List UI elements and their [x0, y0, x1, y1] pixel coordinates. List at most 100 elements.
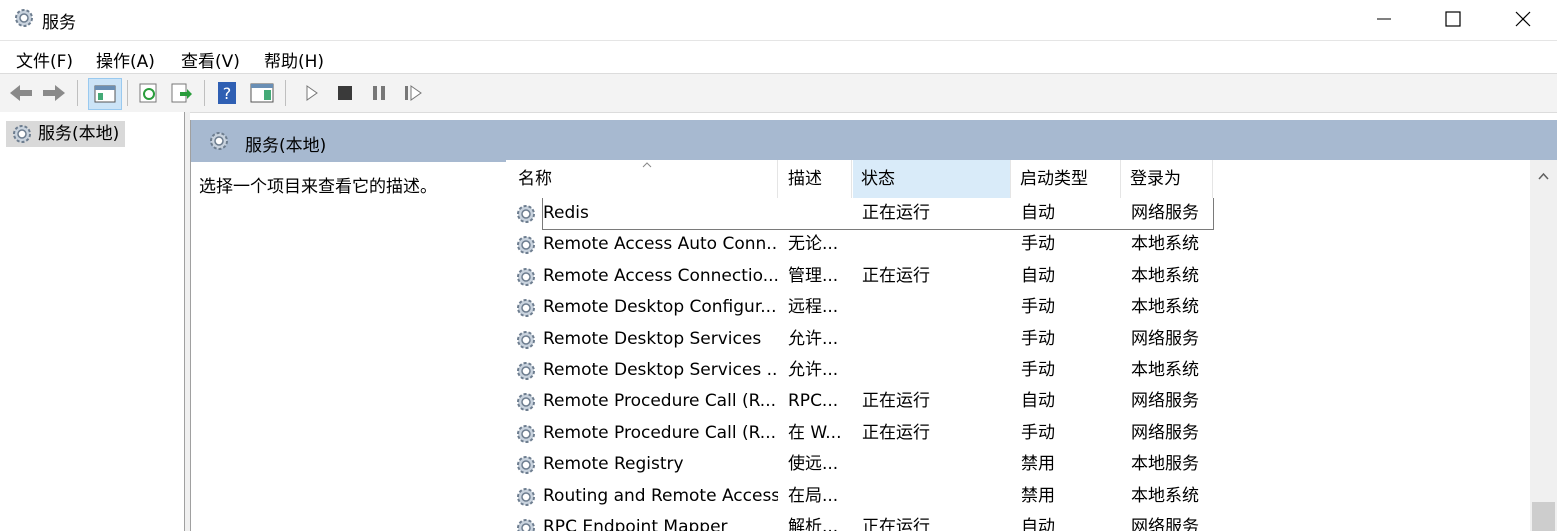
list-body: Redis 正在运行 自动 网络服务 Remote Access Auto Conn..… — [506, 198, 1530, 531]
maximize-button[interactable] — [1418, 0, 1488, 38]
service-description: 允许... — [788, 360, 839, 380]
help-button[interactable]: ? — [214, 80, 240, 106]
menu-bar: 文件(F) 操作(A) 查看(V) 帮助(H) — [0, 40, 1557, 73]
toolbar-separator — [127, 80, 128, 106]
properties-button[interactable] — [249, 80, 275, 106]
forward-button[interactable] — [41, 80, 67, 106]
service-name: RPC Endpoint Mapper — [543, 517, 728, 531]
service-gear-icon — [517, 205, 535, 223]
service-gear-icon — [517, 487, 535, 506]
console-tree-icon — [94, 85, 116, 103]
service-startup-type: 手动 — [1021, 234, 1055, 255]
service-log-on-as: 网络服务 — [1131, 517, 1199, 531]
service-startup-type: 自动 — [1021, 265, 1055, 286]
close-icon — [1515, 11, 1531, 27]
service-description: 管理... — [788, 265, 839, 286]
service-status: 正在运行 — [862, 422, 930, 443]
service-log-on-as: 网络服务 — [1131, 391, 1199, 412]
service-row[interactable]: Remote Desktop Services ... 允许... 手动 本地系统 — [506, 355, 1212, 386]
export-icon — [171, 83, 192, 103]
service-status: 正在运行 — [862, 265, 930, 286]
stop-service-button[interactable] — [332, 80, 358, 106]
service-row[interactable]: Remote Access Connectio... 管理... 正在运行 自动 本地系… — [506, 261, 1212, 292]
toolbar-separator — [204, 80, 205, 106]
service-log-on-as: 本地系统 — [1131, 265, 1199, 286]
forward-icon — [43, 85, 65, 101]
service-name: Remote Access Connectio... — [543, 265, 778, 286]
service-status — [862, 229, 1002, 260]
restart-service-button[interactable] — [400, 80, 426, 106]
console-tree: 服务(本地) — [0, 112, 185, 531]
service-row[interactable]: Remote Procedure Call (R... RPC... 正在运行 自动 网… — [506, 386, 1212, 417]
column-header-status[interactable]: 状态 — [853, 160, 1011, 198]
column-header-description[interactable]: 描述 — [780, 160, 852, 198]
service-row[interactable]: Remote Desktop Services 允许... 手动 网络服务 — [506, 324, 1212, 355]
export-list-button[interactable] — [168, 80, 194, 106]
service-startup-type: 禁用 — [1021, 454, 1055, 475]
service-status — [862, 481, 1002, 512]
service-startup-type: 手动 — [1021, 422, 1055, 443]
service-row[interactable]: Routing and Remote Access 在局... 禁用 本地系统 — [506, 481, 1212, 512]
description-text: 选择一个项目来查看它的描述。 — [199, 177, 437, 197]
refresh-button[interactable] — [136, 80, 162, 106]
service-description: 使远... — [788, 454, 839, 475]
service-description: 允许... — [788, 328, 839, 349]
service-startup-type: 禁用 — [1021, 485, 1055, 506]
show-console-tree-button[interactable] — [88, 78, 122, 110]
service-row[interactable]: RPC Endpoint Mapper 解析... 正在运行 自动 网络服务 — [506, 512, 1212, 531]
service-row[interactable]: Remote Registry 使远... 禁用 本地服务 — [506, 449, 1212, 480]
tree-item-label: 服务(本地) — [38, 124, 120, 144]
toolbar: ? — [0, 73, 1557, 113]
service-log-on-as: 本地系统 — [1131, 360, 1199, 380]
svg-text:?: ? — [223, 84, 232, 103]
scroll-up-icon[interactable] — [1538, 172, 1549, 180]
service-row[interactable]: Remote Access Auto Conn... 无论... 手动 本地系统 — [506, 229, 1212, 260]
stop-icon — [338, 86, 352, 100]
service-status — [862, 324, 1002, 355]
service-gear-icon — [517, 362, 535, 380]
scrollbar-thumb[interactable] — [1532, 502, 1555, 531]
menu-help[interactable]: 帮助(H) — [264, 47, 324, 72]
menu-action[interactable]: 操作(A) — [96, 47, 155, 72]
service-gear-icon — [517, 519, 535, 531]
service-gear-icon — [517, 393, 535, 412]
menu-view[interactable]: 查看(V) — [181, 47, 240, 72]
tree-item-services-local[interactable]: 服务(本地) — [6, 121, 126, 147]
services-gear-icon — [13, 125, 31, 143]
close-button[interactable] — [1488, 0, 1557, 38]
service-description — [788, 198, 850, 229]
service-gear-icon — [517, 330, 535, 349]
services-gear-icon — [210, 132, 228, 150]
list-header: 名称 描述 状态 启动类型 登录为 — [506, 160, 1530, 198]
toolbar-separator — [285, 80, 286, 106]
service-description: RPC... — [788, 391, 839, 412]
pause-icon — [373, 86, 385, 100]
back-button[interactable] — [8, 80, 34, 106]
pause-service-button[interactable] — [366, 80, 392, 106]
column-header-startup-type[interactable]: 启动类型 — [1012, 160, 1121, 198]
start-service-button[interactable] — [298, 80, 324, 106]
service-gear-icon — [517, 456, 535, 475]
column-header-name[interactable]: 名称 — [510, 160, 778, 198]
service-log-on-as: 本地系统 — [1131, 234, 1199, 255]
service-name: Remote Procedure Call (R... — [543, 391, 777, 412]
service-row[interactable]: Remote Desktop Configur... 远程... 手动 本地系统 — [506, 292, 1212, 323]
column-header-log-on-as[interactable]: 登录为 — [1122, 160, 1213, 198]
service-gear-icon — [517, 299, 535, 318]
maximize-icon — [1445, 11, 1461, 27]
service-status: 正在运行 — [862, 391, 930, 412]
vertical-scrollbar[interactable] — [1530, 160, 1557, 531]
service-description: 在局... — [788, 485, 839, 506]
services-gear-icon — [15, 9, 33, 27]
service-description: 无论... — [788, 234, 839, 255]
service-row[interactable]: Remote Procedure Call (R... 在 W... 正在运行 手动 网… — [506, 418, 1212, 449]
menu-file[interactable]: 文件(F) — [16, 47, 73, 72]
service-row[interactable]: Redis 正在运行 自动 网络服务 — [506, 198, 1214, 230]
service-startup-type: 自动 — [1021, 203, 1055, 223]
service-description: 解析... — [788, 517, 839, 531]
sort-ascending-icon — [642, 162, 652, 168]
title-bar: 服务 — [0, 0, 1557, 40]
minimize-button[interactable] — [1349, 0, 1419, 38]
toolbar-separator — [77, 80, 78, 106]
service-description: 远程... — [788, 297, 839, 318]
